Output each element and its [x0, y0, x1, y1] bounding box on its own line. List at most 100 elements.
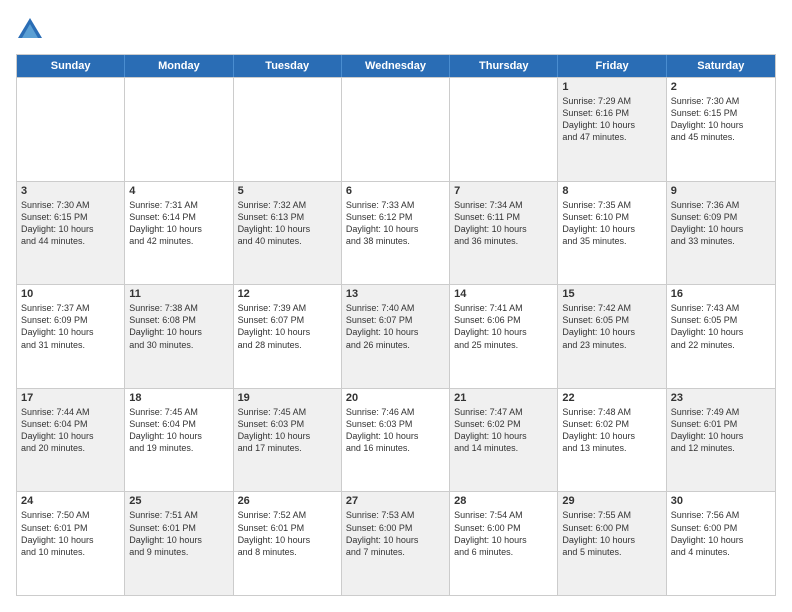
day-number: 22	[562, 392, 661, 404]
day-cell-1: 1Sunrise: 7:29 AMSunset: 6:16 PMDaylight…	[558, 78, 666, 181]
day-cell-27: 27 Sunrise: 7:53 AMSunset: 6:00 PMDayligh…	[342, 492, 450, 595]
day-cell-11: 11 Sunrise: 7:38 AMSunset: 6:08 PMDayligh…	[125, 285, 233, 388]
day-number: 17	[21, 392, 120, 404]
day-cell-30: 30 Sunrise: 7:56 AMSunset: 6:00 PMDayligh…	[667, 492, 775, 595]
day-cell-9: 9Sunrise: 7:36 AMSunset: 6:09 PMDaylight…	[667, 182, 775, 285]
day-number: 10	[21, 288, 120, 300]
day-number: 23	[671, 392, 771, 404]
day-number: 30	[671, 495, 771, 507]
day-cell-20: 20 Sunrise: 7:46 AMSunset: 6:03 PMDayligh…	[342, 389, 450, 492]
day-cell-10: 10 Sunrise: 7:37 AMSunset: 6:09 PMDayligh…	[17, 285, 125, 388]
day-cell-8: 8 Sunrise: 7:35 AMSunset: 6:10 PMDaylight…	[558, 182, 666, 285]
cell-info: Sunrise: 7:47 AMSunset: 6:02 PMDaylight:…	[454, 406, 553, 455]
day-number: 20	[346, 392, 445, 404]
day-number: 7	[454, 185, 553, 197]
cell-info: Sunrise: 7:32 AMSunset: 6:13 PMDaylight:…	[238, 199, 337, 248]
day-cell-22: 22 Sunrise: 7:48 AMSunset: 6:02 PMDayligh…	[558, 389, 666, 492]
cell-info: Sunrise: 7:55 AMSunset: 6:00 PMDaylight:…	[562, 509, 661, 558]
day-cell-23: 23 Sunrise: 7:49 AMSunset: 6:01 PMDayligh…	[667, 389, 775, 492]
day-cell-3: 3 Sunrise: 7:30 AMSunset: 6:15 PMDaylight…	[17, 182, 125, 285]
cell-info: Sunrise: 7:37 AMSunset: 6:09 PMDaylight:…	[21, 302, 120, 351]
day-number: 15	[562, 288, 661, 300]
cell-info: Sunrise: 7:39 AMSunset: 6:07 PMDaylight:…	[238, 302, 337, 351]
day-number: 24	[21, 495, 120, 507]
cell-info: Sunrise: 7:49 AMSunset: 6:01 PMDaylight:…	[671, 406, 771, 455]
day-cell-24: 24 Sunrise: 7:50 AMSunset: 6:01 PMDayligh…	[17, 492, 125, 595]
day-number: 9	[671, 185, 771, 197]
day-number: 27	[346, 495, 445, 507]
day-cell-19: 19 Sunrise: 7:45 AMSunset: 6:03 PMDayligh…	[234, 389, 342, 492]
day-cell-26: 26Sunrise: 7:52 AMSunset: 6:01 PMDayligh…	[234, 492, 342, 595]
calendar-body: 1Sunrise: 7:29 AMSunset: 6:16 PMDaylight…	[17, 77, 775, 595]
cell-info: Sunrise: 7:31 AMSunset: 6:14 PMDaylight:…	[129, 199, 228, 248]
calendar-row-3: 17Sunrise: 7:44 AMSunset: 6:04 PMDayligh…	[17, 388, 775, 492]
calendar: SundayMondayTuesdayWednesdayThursdayFrid…	[16, 54, 776, 596]
cell-info: Sunrise: 7:54 AMSunset: 6:00 PMDaylight:…	[454, 509, 553, 558]
day-number: 16	[671, 288, 771, 300]
day-cell-28: 28 Sunrise: 7:54 AMSunset: 6:00 PMDayligh…	[450, 492, 558, 595]
day-number: 6	[346, 185, 445, 197]
day-number: 14	[454, 288, 553, 300]
cell-info: Sunrise: 7:41 AMSunset: 6:06 PMDaylight:…	[454, 302, 553, 351]
empty-cell	[17, 78, 125, 181]
day-number: 28	[454, 495, 553, 507]
empty-cell	[234, 78, 342, 181]
calendar-header: SundayMondayTuesdayWednesdayThursdayFrid…	[17, 55, 775, 77]
cell-info: Sunrise: 7:53 AMSunset: 6:00 PMDaylight:…	[346, 509, 445, 558]
cell-info: Sunrise: 7:30 AMSunset: 6:15 PMDaylight:…	[21, 199, 120, 248]
day-number: 4	[129, 185, 228, 197]
day-number: 19	[238, 392, 337, 404]
day-number: 13	[346, 288, 445, 300]
day-cell-13: 13Sunrise: 7:40 AMSunset: 6:07 PMDayligh…	[342, 285, 450, 388]
header-day-saturday: Saturday	[667, 55, 775, 77]
day-cell-4: 4 Sunrise: 7:31 AMSunset: 6:14 PMDaylight…	[125, 182, 233, 285]
cell-info: Sunrise: 7:48 AMSunset: 6:02 PMDaylight:…	[562, 406, 661, 455]
day-number: 21	[454, 392, 553, 404]
day-number: 25	[129, 495, 228, 507]
cell-info: Sunrise: 7:56 AMSunset: 6:00 PMDaylight:…	[671, 509, 771, 558]
day-cell-18: 18 Sunrise: 7:45 AMSunset: 6:04 PMDayligh…	[125, 389, 233, 492]
day-cell-7: 7 Sunrise: 7:34 AMSunset: 6:11 PMDaylight…	[450, 182, 558, 285]
day-number: 1	[562, 81, 661, 93]
day-number: 5	[238, 185, 337, 197]
header-day-wednesday: Wednesday	[342, 55, 450, 77]
cell-info: Sunrise: 7:34 AMSunset: 6:11 PMDaylight:…	[454, 199, 553, 248]
day-number: 2	[671, 81, 771, 93]
day-number: 11	[129, 288, 228, 300]
day-cell-17: 17Sunrise: 7:44 AMSunset: 6:04 PMDayligh…	[17, 389, 125, 492]
day-number: 29	[562, 495, 661, 507]
day-cell-15: 15 Sunrise: 7:42 AMSunset: 6:05 PMDayligh…	[558, 285, 666, 388]
day-number: 12	[238, 288, 337, 300]
day-number: 8	[562, 185, 661, 197]
header	[16, 16, 776, 44]
calendar-row-0: 1Sunrise: 7:29 AMSunset: 6:16 PMDaylight…	[17, 77, 775, 181]
cell-info: Sunrise: 7:33 AMSunset: 6:12 PMDaylight:…	[346, 199, 445, 248]
calendar-row-1: 3 Sunrise: 7:30 AMSunset: 6:15 PMDaylight…	[17, 181, 775, 285]
logo	[16, 16, 48, 44]
cell-info: Sunrise: 7:50 AMSunset: 6:01 PMDaylight:…	[21, 509, 120, 558]
day-cell-6: 6 Sunrise: 7:33 AMSunset: 6:12 PMDaylight…	[342, 182, 450, 285]
cell-info: Sunrise: 7:45 AMSunset: 6:03 PMDaylight:…	[238, 406, 337, 455]
day-cell-16: 16Sunrise: 7:43 AMSunset: 6:05 PMDayligh…	[667, 285, 775, 388]
empty-cell	[450, 78, 558, 181]
day-number: 3	[21, 185, 120, 197]
header-day-monday: Monday	[125, 55, 233, 77]
header-day-friday: Friday	[558, 55, 666, 77]
cell-info: Sunrise: 7:38 AMSunset: 6:08 PMDaylight:…	[129, 302, 228, 351]
empty-cell	[342, 78, 450, 181]
day-cell-14: 14 Sunrise: 7:41 AMSunset: 6:06 PMDayligh…	[450, 285, 558, 388]
day-cell-29: 29 Sunrise: 7:55 AMSunset: 6:00 PMDayligh…	[558, 492, 666, 595]
header-day-tuesday: Tuesday	[234, 55, 342, 77]
cell-info: Sunrise: 7:35 AMSunset: 6:10 PMDaylight:…	[562, 199, 661, 248]
calendar-row-2: 10 Sunrise: 7:37 AMSunset: 6:09 PMDayligh…	[17, 284, 775, 388]
day-number: 18	[129, 392, 228, 404]
cell-info: Sunrise: 7:46 AMSunset: 6:03 PMDaylight:…	[346, 406, 445, 455]
day-number: 26	[238, 495, 337, 507]
day-cell-5: 5 Sunrise: 7:32 AMSunset: 6:13 PMDaylight…	[234, 182, 342, 285]
header-day-thursday: Thursday	[450, 55, 558, 77]
calendar-row-4: 24 Sunrise: 7:50 AMSunset: 6:01 PMDayligh…	[17, 491, 775, 595]
cell-info: Sunrise: 7:30 AMSunset: 6:15 PMDaylight:…	[671, 95, 771, 144]
cell-info: Sunrise: 7:45 AMSunset: 6:04 PMDaylight:…	[129, 406, 228, 455]
cell-info: Sunrise: 7:42 AMSunset: 6:05 PMDaylight:…	[562, 302, 661, 351]
day-cell-21: 21 Sunrise: 7:47 AMSunset: 6:02 PMDayligh…	[450, 389, 558, 492]
